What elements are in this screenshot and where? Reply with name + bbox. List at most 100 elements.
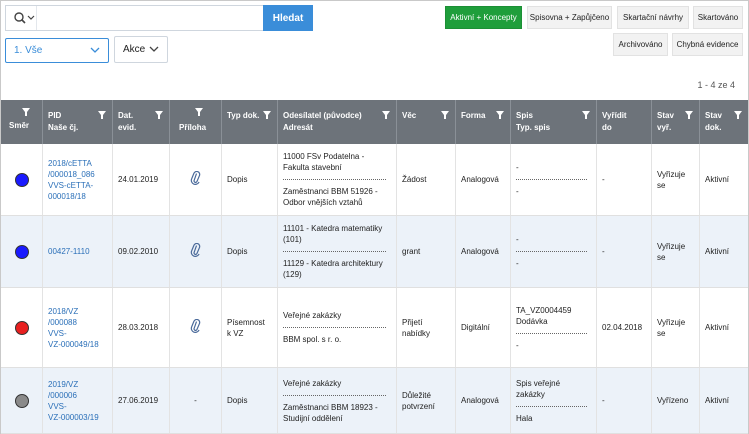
pid-cell[interactable]: 2019/VZ /000006 VVS- VZ-000003/19: [43, 368, 113, 433]
file-type-value: Hala: [516, 413, 533, 423]
pid-cell[interactable]: 00427-1110: [43, 216, 113, 287]
pid-link[interactable]: 2019/VZ /000006 VVS- VZ-000003/19: [48, 379, 99, 423]
column-sender[interactable]: Odesílatel (původce) Adresát: [278, 100, 397, 144]
filter-icon[interactable]: [496, 111, 504, 123]
proc-state-cell: Vyřizuje se: [652, 216, 700, 287]
subject-cell: Žádost: [397, 144, 456, 215]
actions-label: Akce: [123, 44, 146, 55]
file-cell: Spis veřejné zakázky Hala: [511, 368, 597, 433]
subject-value: Žádost: [402, 175, 427, 184]
sender-cell: 11000 FSv Podatelna - Fakulta stavební Za…: [278, 144, 397, 215]
doc-state-cell: Aktivní: [700, 368, 748, 433]
separator: [283, 394, 386, 396]
actions-dropdown[interactable]: Akce: [114, 36, 168, 63]
due-value: -: [602, 396, 605, 405]
direction-indicator: [14, 393, 29, 408]
toggle-registry-loaned[interactable]: Spisovna + Zapůjčeno: [527, 6, 612, 29]
direction-cell: [1, 368, 43, 433]
column-subject[interactable]: Věc: [397, 100, 456, 144]
attachment-cell: [170, 216, 222, 287]
file-type-value: -: [516, 259, 519, 268]
filter-icon[interactable]: [582, 111, 590, 123]
table-row[interactable]: 00427-1110 09.02.2010 Dopis 11101 - Katedra…: [1, 216, 748, 288]
pid-cell[interactable]: 2018/VZ /000088 VVS- VZ-000049/18: [43, 288, 113, 367]
pid-link[interactable]: 2018/cETTA /000018_086 VVS-cETTA- 000018…: [48, 158, 95, 202]
form-value: Analogová: [461, 247, 499, 256]
doc-type-value: Dopis: [227, 175, 248, 184]
filter-icon[interactable]: [195, 108, 203, 120]
table-row[interactable]: 2018/VZ /000088 VVS- VZ-000049/18 28.03.2…: [1, 288, 748, 368]
column-attachment[interactable]: Příloha: [170, 100, 222, 144]
subject-cell: grant: [397, 216, 456, 287]
separator: [283, 179, 386, 180]
doc-state-cell: Aktivní: [700, 288, 748, 367]
pid-link[interactable]: 00427-1110: [48, 246, 90, 257]
table-header: Směr PID Naše čj. Dat. evid. Příloha Typ…: [1, 100, 748, 144]
file-value: -: [516, 163, 519, 172]
table-row[interactable]: 2018/cETTA /000018_086 VVS-cETTA- 000018…: [1, 144, 748, 216]
paperclip-icon[interactable]: [190, 318, 202, 336]
column-proc-state[interactable]: Stav vyř.: [652, 100, 700, 144]
pid-link[interactable]: 2018/VZ /000088 VVS- VZ-000049/18: [48, 306, 99, 350]
toggle-shredded[interactable]: Skartováno: [693, 6, 743, 29]
filter-icon[interactable]: [263, 111, 271, 123]
due-cell: -: [597, 216, 652, 287]
search-button[interactable]: Hledat: [263, 5, 313, 31]
due-cell: -: [597, 368, 652, 433]
toggle-active-concepts[interactable]: Aktivní + Koncepty: [445, 6, 522, 29]
form-cell: Analogová: [456, 368, 511, 433]
addressee-value: Zaměstnanci BBM 18923 - Studijní oddělen…: [283, 402, 378, 423]
filter-icon[interactable]: [382, 111, 390, 123]
separator: [516, 405, 588, 407]
doc-state-value: Aktivní: [705, 323, 730, 332]
column-form[interactable]: Forma: [456, 100, 511, 144]
table-row[interactable]: 2019/VZ /000006 VVS- VZ-000003/19 27.06.2…: [1, 368, 748, 434]
sender-value: Veřejné zakázky: [283, 311, 342, 320]
column-pid[interactable]: PID Naše čj.: [43, 100, 113, 144]
form-cell: Analogová: [456, 216, 511, 287]
column-due[interactable]: Vyřídit do: [597, 100, 652, 144]
sender-cell: 11101 - Katedra matematiky (101) 11129 - …: [278, 216, 397, 287]
direction-cell: [1, 144, 43, 215]
separator: [516, 179, 588, 180]
toggle-archived[interactable]: Archivováno: [613, 33, 668, 56]
filter-select[interactable]: 1. Vše: [5, 38, 109, 63]
filter-icon[interactable]: [685, 111, 693, 123]
form-cell: Digitální: [456, 288, 511, 367]
filter-icon[interactable]: [734, 111, 742, 123]
column-date[interactable]: Dat. evid.: [113, 100, 170, 144]
direction-cell: [1, 288, 43, 367]
column-file[interactable]: Spis Typ. spis: [511, 100, 597, 144]
paperclip-icon[interactable]: [190, 242, 202, 260]
paperclip-icon[interactable]: [190, 170, 202, 188]
separator: [283, 327, 386, 328]
pid-cell[interactable]: 2018/cETTA /000018_086 VVS-cETTA- 000018…: [43, 144, 113, 215]
doc-type-cell: Dopis: [222, 368, 278, 433]
pagination-info: 1 - 4 ze 4: [697, 80, 735, 90]
proc-state-value: Vyřizuje se: [657, 169, 686, 190]
toggle-wrong-records[interactable]: Chybná evidence: [672, 33, 743, 56]
search-icon[interactable]: [6, 12, 36, 24]
date-cell: 09.02.2010: [113, 216, 170, 287]
filter-icon[interactable]: [441, 111, 449, 123]
filter-icon[interactable]: [155, 111, 163, 123]
doc-type-value: Písemnost k VZ: [227, 317, 265, 338]
column-direction[interactable]: Směr: [1, 100, 43, 144]
filter-icon[interactable]: [98, 111, 106, 123]
file-cell: --: [511, 216, 597, 287]
toggle-shredding-proposals[interactable]: Skartační návrhy: [617, 6, 689, 29]
file-type-value: -: [516, 340, 519, 350]
column-doc-type[interactable]: Typ dok.: [222, 100, 278, 144]
due-value: -: [602, 247, 605, 256]
direction-indicator: [14, 244, 29, 259]
search-input[interactable]: [36, 6, 256, 30]
filter-icon[interactable]: [22, 108, 30, 120]
addressee-value: BBM spol. s r. o.: [283, 335, 342, 344]
subject-value: grant: [402, 247, 421, 256]
addressee-value: Zaměstnanci BBM 51926 - Odbor vnějších v…: [283, 187, 378, 207]
sender-value: 11101 - Katedra matematiky (101): [283, 224, 383, 244]
date-cell: 24.01.2019: [113, 144, 170, 215]
column-doc-state[interactable]: Stav dok.: [700, 100, 748, 144]
file-stack: --: [516, 161, 596, 198]
form-value: Analogová: [461, 396, 499, 405]
